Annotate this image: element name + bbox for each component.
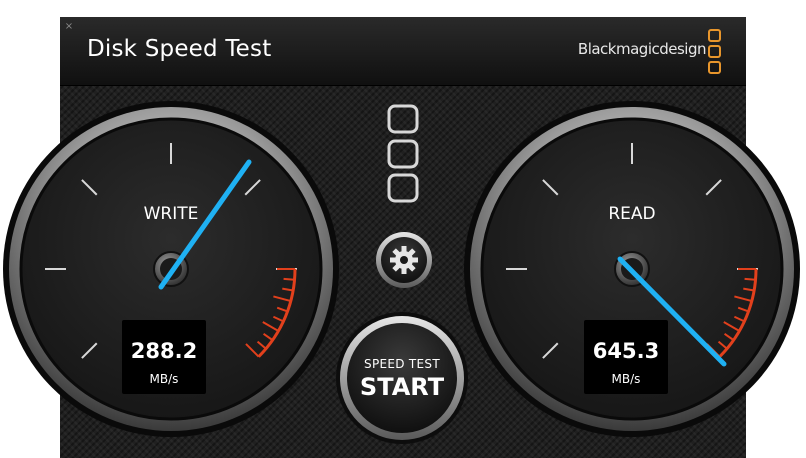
- write-unit: MB/s: [149, 372, 179, 386]
- read-unit: MB/s: [611, 372, 641, 386]
- start-button[interactable]: SPEED TEST START: [337, 313, 467, 443]
- settings-button[interactable]: [376, 232, 432, 288]
- write-readout: 288.2 MB/s: [122, 320, 206, 394]
- start-button-label: START: [359, 373, 445, 401]
- write-label: WRITE: [144, 204, 199, 224]
- redline-tick: [283, 277, 295, 281]
- read-value: 645.3: [592, 339, 660, 363]
- start-button-top-label: SPEED TEST: [364, 357, 440, 371]
- redline-tick: [744, 277, 756, 281]
- read-label: READ: [608, 204, 655, 224]
- write-value: 288.2: [130, 339, 198, 363]
- center-logo-icon: [387, 104, 419, 203]
- read-readout: 645.3 MB/s: [584, 320, 668, 394]
